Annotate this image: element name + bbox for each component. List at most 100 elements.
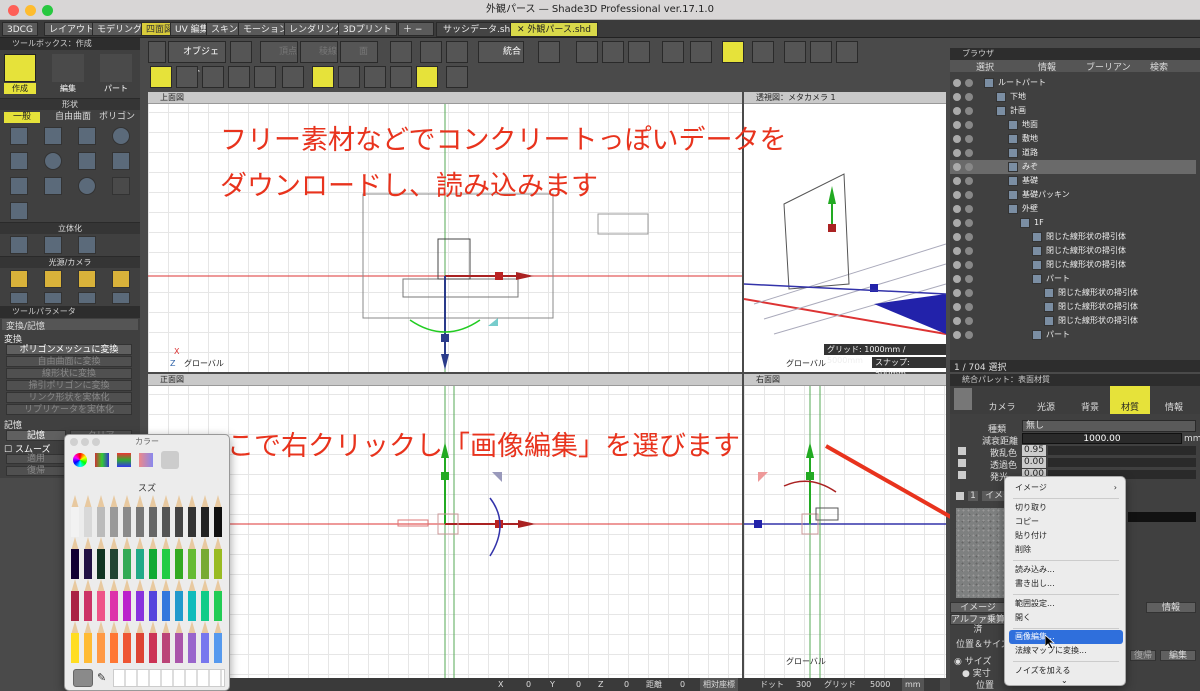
render-dot-icon[interactable] [965,275,973,283]
visibility-eye-icon[interactable] [953,79,961,87]
browser-tab-info[interactable]: 情報 [1038,60,1056,73]
menu-copy[interactable]: コピー [1005,515,1125,529]
memory-button[interactable]: 記憶 [6,430,66,441]
pencil-tip[interactable] [214,537,222,551]
fill-icon[interactable] [338,66,360,88]
pencil-tip[interactable] [149,621,157,635]
pencil-color[interactable] [175,549,183,579]
rectangle-tool-icon[interactable] [78,127,96,145]
shape-tab-polygon[interactable]: ポリゴン [98,112,136,123]
part-tool-button[interactable] [100,54,132,82]
color-window-zoom-button[interactable] [92,438,100,446]
diffuse-input[interactable]: 0.95 [1022,445,1046,456]
wireframe-icon[interactable] [150,66,172,88]
edge-mode-button[interactable]: 稜線 [300,41,338,63]
diffuse-slider[interactable] [1048,446,1196,455]
object-mode-button[interactable]: オブジェクト [168,41,226,77]
polygon-mesh-convert-button[interactable]: ポリゴンメッシュに変換 [6,344,132,355]
area-light-tool-icon[interactable] [112,270,130,288]
pencil-tip[interactable] [71,621,79,635]
pencil-color[interactable] [110,507,118,537]
pencil-tip[interactable] [188,537,196,551]
browser-tab-boolean[interactable]: ブーリアン [1086,60,1131,73]
pencil-tip[interactable] [97,579,105,593]
revolve-tool-icon[interactable] [44,236,62,254]
bubble-icon[interactable] [416,66,438,88]
sphere-view-icon[interactable] [446,66,468,88]
visibility-eye-icon[interactable] [953,303,961,311]
pencil-tip[interactable] [110,621,118,635]
menu-image-edit[interactable]: 画像編集... [1009,630,1123,644]
glow-checkbox[interactable] [958,471,966,479]
apply-button[interactable]: 適用 [6,454,66,464]
pencil-tip[interactable] [149,495,157,509]
pencil-color[interactable] [149,591,157,621]
pencil-tip[interactable] [71,537,79,551]
snap-icon[interactable] [538,41,560,63]
sweep-convert-button[interactable]: 掃引ポリゴンに変換 [6,380,132,391]
render-dot-icon[interactable] [965,289,973,297]
pencil-tip[interactable] [123,621,131,635]
pencil-tip[interactable] [188,579,196,593]
circle-icon[interactable] [602,41,624,63]
pencil-tip[interactable] [162,621,170,635]
add-tab-button[interactable]: ＋ − [398,22,434,36]
pencil-tip[interactable] [175,495,183,509]
pencil-tip[interactable] [201,495,209,509]
render-dot-icon[interactable] [965,317,973,325]
pencil-color[interactable] [214,633,222,663]
diffuse-checkbox[interactable] [958,447,966,455]
render-icon[interactable] [662,41,684,63]
render-dot-icon[interactable] [965,247,973,255]
line-shape-tool-icon[interactable] [10,127,28,145]
layer-checkbox[interactable] [956,492,964,500]
pencils-icon[interactable] [161,451,179,469]
menu-paste[interactable]: 貼り付け [1005,529,1125,543]
pencil-tip[interactable] [149,579,157,593]
polygon-box-tool-icon[interactable] [10,202,28,220]
line-convert-button[interactable]: 線形状に変換 [6,368,132,379]
visibility-eye-icon[interactable] [953,149,961,157]
pencil-color[interactable] [110,633,118,663]
render-dot-icon[interactable] [965,261,973,269]
pencil-color[interactable] [162,507,170,537]
sphere-tool-icon[interactable] [44,152,62,170]
visibility-eye-icon[interactable] [953,191,961,199]
pencil-color[interactable] [136,549,144,579]
select-rect-icon[interactable] [390,41,412,63]
pencil-color[interactable] [110,591,118,621]
pencil-color[interactable] [110,549,118,579]
info-button[interactable]: 情報 [1146,602,1196,613]
cone-tool-icon[interactable] [78,152,96,170]
pencil-grid[interactable] [65,495,229,667]
visibility-eye-icon[interactable] [953,261,961,269]
pencil-color[interactable] [201,549,209,579]
pencil-color[interactable] [188,507,196,537]
pencil-color[interactable] [123,591,131,621]
edit-button[interactable]: 編集 [1160,650,1196,661]
minimize-window-button[interactable] [25,5,36,16]
pen-tool-icon[interactable] [78,292,96,304]
visibility-eye-icon[interactable] [953,317,961,325]
pencil-tip[interactable] [201,621,209,635]
browser-tree-row[interactable]: 下地 [950,90,1196,104]
palette-tab-material[interactable]: 材質 [1110,386,1150,414]
cylinder-tool-icon[interactable] [10,177,28,195]
box-tool-icon[interactable] [10,152,28,170]
pencil-tip[interactable] [136,579,144,593]
render-dot-icon[interactable] [965,135,973,143]
pencil-tip[interactable] [201,537,209,551]
mesh-icon[interactable] [312,66,334,88]
vertex-mode-button[interactable]: 頂点 [260,41,298,63]
pencil-color[interactable] [188,633,196,663]
browser-tree-row[interactable]: 地面 [950,118,1196,132]
palette-tab-light[interactable]: 光源 [1026,388,1066,413]
menu-delete[interactable]: 削除 [1005,543,1125,557]
menu-scroll-down-icon[interactable]: ⌄ [1061,676,1068,685]
target-tool-icon[interactable] [44,292,62,304]
camera-tool-icon[interactable] [10,292,28,304]
grid-view-icon[interactable] [722,41,744,63]
pencil-color[interactable] [84,591,92,621]
browser-tree-row[interactable]: パート [950,328,1196,342]
transp-checkbox[interactable] [958,459,966,467]
